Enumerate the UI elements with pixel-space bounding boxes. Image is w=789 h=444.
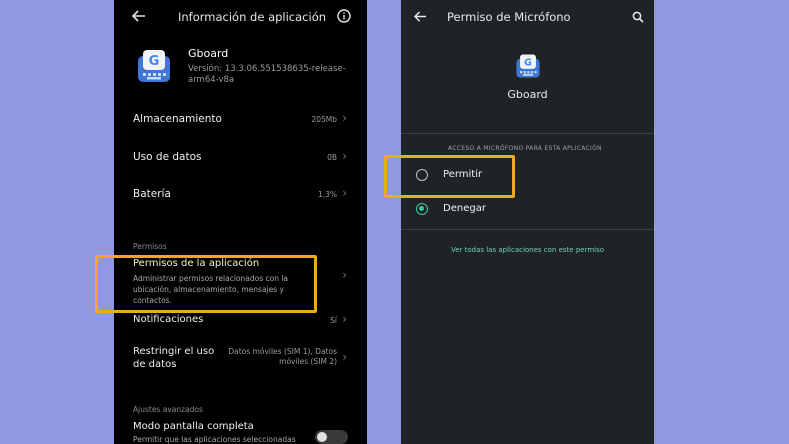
fullscreen-label: Modo pantalla completa	[133, 421, 254, 432]
chevron-right-icon: ›	[342, 350, 347, 364]
chevron-right-icon: ›	[342, 312, 347, 326]
section-label: ACCESO A MICRÓFONO PARA ESTA APLICACIÓN	[448, 145, 602, 152]
search-icon[interactable]	[632, 11, 644, 23]
storage-label: Almacenamiento	[133, 113, 222, 125]
back-arrow-icon[interactable]	[132, 10, 146, 22]
advanced-section-label: Ajustes avanzados	[133, 405, 203, 414]
highlight-allow-option	[384, 155, 515, 198]
gboard-icon: G	[136, 48, 172, 84]
app-name: Gboard	[188, 47, 229, 60]
microphone-permission-screen: Permiso de Micrófono G Gboard ACCESO A M…	[401, 0, 654, 444]
storage-value: 205Mb	[311, 115, 337, 124]
view-all-apps-link[interactable]: Ver todas las aplicaciones con este perm…	[401, 246, 654, 254]
data-usage-label: Uso de datos	[133, 151, 202, 163]
chevron-right-icon: ›	[342, 149, 347, 163]
battery-value: 1,3%	[317, 190, 337, 199]
page-title: Permiso de Micrófono	[447, 10, 571, 24]
permissions-section-label: Permisos	[133, 242, 167, 251]
toggle-knob	[317, 432, 327, 442]
app-name: Gboard	[507, 88, 548, 101]
app-version: Versión: 13.3.06.551538635-release-arm64…	[188, 64, 346, 85]
fullscreen-description: Permitir que las aplicaciones selecciona…	[133, 435, 296, 444]
back-arrow-icon[interactable]	[414, 11, 427, 22]
restrict-data-row[interactable]: Restringir el uso de datos Datos móviles…	[114, 343, 367, 373]
option-deny[interactable]: Denegar	[401, 198, 654, 220]
radio-deny[interactable]	[416, 203, 428, 215]
chevron-right-icon: ›	[342, 268, 347, 282]
data-usage-row[interactable]: Uso de datos 0B ›	[114, 146, 367, 170]
svg-text:G: G	[149, 54, 160, 69]
fullscreen-toggle[interactable]	[315, 430, 348, 444]
chevron-right-icon: ›	[342, 186, 347, 200]
notifications-value: Sí	[330, 316, 337, 325]
data-usage-value: 0B	[327, 153, 337, 162]
storage-row[interactable]: Almacenamiento 205Mb ›	[114, 108, 367, 132]
notifications-label: Notificaciones	[133, 314, 204, 325]
app-info-screen: Información de aplicación G Gboard Versi…	[114, 0, 367, 444]
restrict-data-label: Restringir el uso de datos	[133, 346, 215, 370]
battery-label: Batería	[133, 188, 171, 200]
fullscreen-row[interactable]: Modo pantalla completa Permitir que las …	[114, 419, 367, 444]
battery-row[interactable]: Batería 1,3% ›	[114, 183, 367, 207]
divider	[401, 133, 654, 134]
gboard-icon: G	[515, 53, 541, 79]
info-icon[interactable]	[337, 9, 351, 23]
restrict-data-value: Datos móviles (SIM 1), Datos móviles (SI…	[228, 347, 337, 366]
divider	[401, 229, 654, 230]
option-deny-label: Denegar	[443, 203, 486, 214]
page-title: Información de aplicación	[178, 10, 327, 24]
chevron-right-icon: ›	[342, 111, 347, 125]
svg-text:G: G	[524, 57, 532, 68]
highlight-app-permissions	[95, 255, 317, 313]
